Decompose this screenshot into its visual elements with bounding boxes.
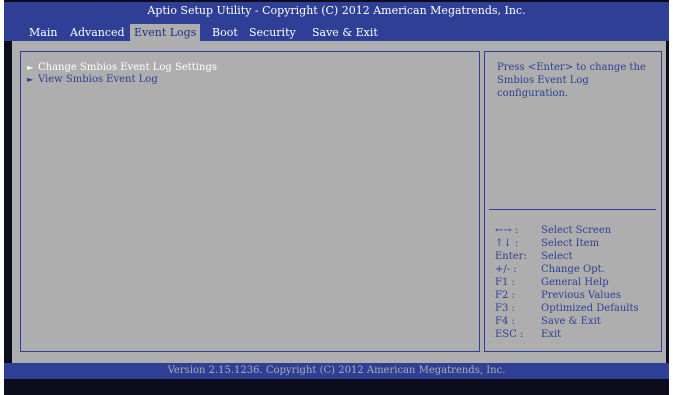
key-label: F2 : [495,290,515,301]
key-action: Select [541,251,573,262]
tab-advanced[interactable]: Advanced [66,24,129,41]
title-bar: Aptio Setup Utility - Copyright (C) 2012… [4,2,669,20]
tab-event-logs[interactable]: Event Logs [130,24,201,41]
key-hint-row: ←→ : Select Screen [495,224,611,237]
key-hint-row: F3 : Optimized Defaults [495,302,639,315]
key-action: Optimized Defaults [541,303,639,314]
key-label: F3 : [495,303,515,314]
key-hint-row: +/- : Change Opt. [495,263,605,276]
submenu-arrow-icon: ► [27,75,34,84]
tab-save-exit[interactable]: Save & Exit [308,24,382,41]
content-area: ► Change Smbios Event Log Settings ► View … [12,41,666,363]
menu-bar: Main Advanced Event Logs Boot Security S… [4,20,669,41]
key-action: Change Opt. [541,264,605,275]
help-divider [489,209,656,210]
key-action: Exit [541,329,562,340]
entry-label: Change Smbios Event Log Settings [38,62,217,73]
tab-main[interactable]: Main [25,24,61,41]
tab-boot[interactable]: Boot [208,24,242,41]
key-label: ↑↓ : [495,238,519,249]
key-action: Previous Values [541,290,621,301]
key-action: Save & Exit [541,316,601,327]
menu-entry-change-smbios-event-log-settings[interactable]: ► Change Smbios Event Log Settings [27,62,217,74]
key-hint-row: F1 : General Help [495,276,609,289]
menu-entry-view-smbios-event-log[interactable]: ► View Smbios Event Log [27,74,158,86]
tab-security[interactable]: Security [245,24,300,41]
key-label: F4 : [495,316,515,327]
bios-screen: Aptio Setup Utility - Copyright (C) 2012… [4,0,669,395]
key-action: Select Screen [541,225,612,236]
key-hint-row: ↑↓ : Select Item [495,237,599,250]
help-description: Press <Enter> to change the Smbios Event… [497,62,646,99]
key-action: General Help [541,277,609,288]
submenu-arrow-icon: ► [27,63,34,72]
entry-label: View Smbios Event Log [38,74,158,85]
key-label: ←→ : [495,225,519,236]
version-footer: Version 2.15.1236. Copyright (C) 2012 Am… [4,363,669,379]
key-hint-row: F2 : Previous Values [495,289,621,302]
key-action: Select Item [541,238,600,249]
key-label: F1 : [495,277,515,288]
key-hint-row: Enter: Select [495,250,573,263]
key-hint-row: F4 : Save & Exit [495,315,601,328]
help-panel: Press <Enter> to change the Smbios Event… [484,51,662,352]
key-label: +/- : [495,264,517,275]
key-hint-row: ESC : Exit [495,328,561,341]
key-label: Enter: [495,251,527,262]
settings-panel: ► Change Smbios Event Log Settings ► View … [20,51,480,352]
key-label: ESC : [495,329,524,340]
